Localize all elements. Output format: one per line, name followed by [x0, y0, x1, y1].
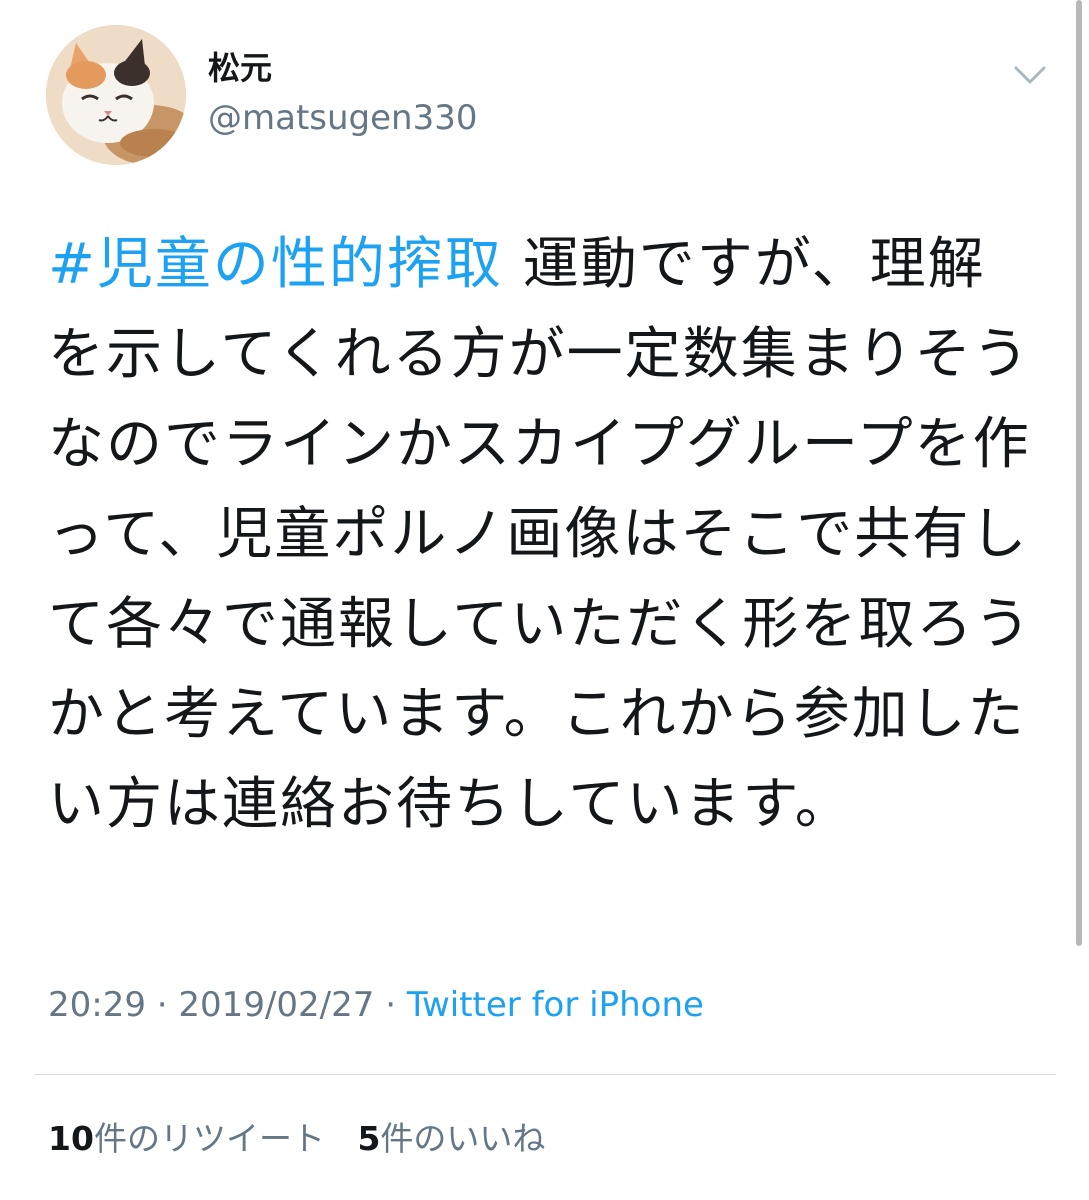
tweet-time: 20:29 [48, 985, 146, 1025]
likes-stat[interactable]: 5件のいいね [357, 1115, 545, 1163]
meta-separator-2: · [374, 985, 407, 1025]
retweets-count: 10 [48, 1119, 94, 1158]
likes-count: 5 [357, 1119, 381, 1158]
tweet-source-link[interactable]: Twitter for iPhone [407, 985, 704, 1025]
retweets-stat[interactable]: 10件のリツイート [48, 1115, 325, 1163]
retweets-label: 件のリツイート [93, 1119, 325, 1158]
author-display-name[interactable]: 松元 [208, 46, 272, 90]
hashtag-link[interactable]: #児童の性的搾取 [48, 232, 503, 297]
tweet-text: #児童の性的搾取 運動ですが、理解を示してくれる方が一定数集まりそうなのでライン… [48, 220, 1033, 850]
meta-separator: · [145, 985, 179, 1025]
tweet-stats: 10件のリツイート 5件のいいね [48, 1115, 545, 1163]
scrollbar[interactable] [1076, 0, 1082, 946]
author-handle[interactable]: @matsugen330 [208, 96, 478, 140]
cat-avatar-icon[interactable] [46, 25, 186, 165]
likes-label: 件のいいね [380, 1119, 546, 1158]
tweet-date: 2019/02/27 [178, 985, 375, 1025]
divider [34, 1074, 1056, 1075]
chevron-down-icon[interactable] [1010, 58, 1050, 92]
tweet-meta: 20:29 · 2019/02/27 · Twitter for iPhone [48, 980, 704, 1030]
tweet-body: 運動ですが、理解を示してくれる方が一定数集まりそうなのでラインかスカイプグループ… [48, 232, 1033, 837]
tweet-detail: 松元 @matsugen330 #児童の性的搾取 運動ですが、理解を示してくれる… [0, 0, 1089, 1200]
